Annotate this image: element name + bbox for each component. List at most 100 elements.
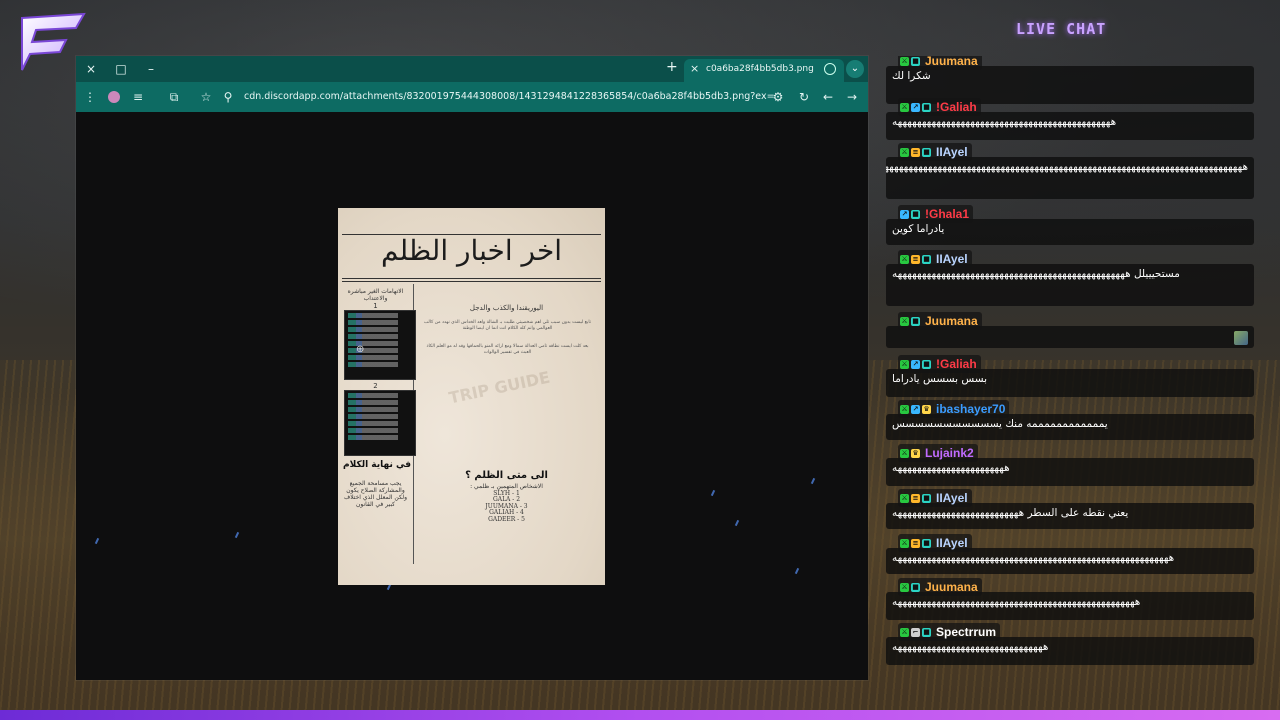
chat-username-row: ⚔ ↗ ■ !Galiah — [898, 98, 981, 116]
chat-screenshot-thumbnail — [344, 310, 416, 380]
side-end-text: يجب مسامحة الجميع والمشاركة الصلاح يكون … — [343, 480, 408, 508]
side-number: 1 — [373, 302, 378, 310]
mod-badge-icon: ⚔ — [900, 359, 909, 369]
sub-badge-icon: ↗ — [911, 102, 920, 112]
kebab-menu-icon[interactable]: ⋮ — [82, 89, 98, 105]
message-body: مستحيييلل هههههههههههههههههههههههههههههه… — [892, 268, 1180, 280]
particle — [94, 537, 100, 545]
tool-badge-icon: ⌐ — [911, 627, 920, 637]
chat-username[interactable]: IIAyel — [936, 536, 968, 550]
chat-username-row: ⚔ ≡ ■ IIAyel — [898, 489, 972, 507]
gift-badge-icon: ■ — [922, 627, 931, 637]
close-window-button[interactable]: × — [82, 60, 100, 78]
gift-badge-icon: ■ — [922, 102, 931, 112]
vip-badge-icon: ≡ — [911, 147, 920, 157]
forward-arrow-icon[interactable]: → — [844, 89, 860, 105]
extensions-icon[interactable]: ⧉ — [166, 89, 182, 105]
side-heading: الاتهامات الغير مباشره والاعتداب — [347, 288, 404, 302]
crown-badge-icon: ♛ — [922, 404, 931, 414]
vip-badge-icon: ≡ — [911, 538, 920, 548]
vip-badge-icon: ≡ — [911, 493, 920, 503]
gift-badge-icon: ■ — [911, 316, 920, 326]
chat-message-text: هههههههههههههههههههههههه — [886, 458, 1254, 486]
minimize-window-button[interactable]: – — [142, 60, 160, 78]
browser-tab-bar: × □ – + × c0a6ba28f4bb5db3.png (1587× ⌄ — [76, 56, 868, 82]
chat-username[interactable]: IIAyel — [936, 491, 968, 505]
site-info-icon[interactable]: ⚲ — [220, 89, 236, 105]
chat-username-row: ⚔ ♛ Lujaink2 — [898, 444, 978, 462]
particle — [710, 489, 716, 497]
message-body: يعني نقطه على السطر هههههههههههههههههههه… — [892, 507, 1129, 519]
chat-username[interactable]: !Galiah — [936, 357, 977, 371]
chat-username[interactable]: Lujaink2 — [925, 446, 974, 460]
chat-username-row: ⚔ ⌐ ■ Spectrrum — [898, 623, 1001, 641]
mod-badge-icon: ⚔ — [900, 56, 909, 66]
bookmark-star-icon[interactable]: ☆ — [198, 89, 214, 105]
document-paragraph: تابع ليست بدون سبب تلي اهم شخصيتي طلبت ب… — [424, 320, 591, 331]
chat-message-text: بسس بسسس يادراما — [886, 369, 1254, 397]
live-chat-panel: شكرا لك ⚔ ■ Juumana هههههههههههههههههههههههه… — [886, 56, 1256, 670]
overlay-bottom-bar — [0, 710, 1280, 720]
media-control-icon[interactable]: ≡ — [130, 89, 146, 105]
reload-icon[interactable]: ↻ — [796, 89, 812, 105]
message-body: يممممممممممممه منك يسسسسسسسسسسس — [892, 418, 1108, 430]
particle — [234, 531, 240, 539]
mod-badge-icon: ⚔ — [900, 538, 909, 548]
gift-badge-icon: ■ — [922, 254, 931, 264]
particle — [734, 519, 740, 527]
chat-username[interactable]: Juumana — [925, 580, 978, 594]
chat-username[interactable]: Juumana — [925, 56, 978, 68]
chat-username[interactable]: IIAyel — [936, 252, 968, 266]
chat-username-row: ⚔ ↗ ♛ ibashayer70 — [898, 400, 1010, 418]
divider — [342, 278, 601, 279]
tab-title: c0a6ba28f4bb5db3.png (1587× — [706, 64, 816, 74]
live-chat-title: LIVE CHAT — [1016, 20, 1107, 38]
mod-badge-icon: ⚔ — [900, 448, 909, 458]
message-body: هههههههههههههههههههههههههههههههههههههههه… — [892, 116, 1117, 128]
address-bar[interactable]: cdn.discordapp.com/attachments/832001975… — [244, 89, 774, 105]
browser-tab[interactable]: × c0a6ba28f4bb5db3.png (1587× — [684, 59, 844, 82]
accused-list: الاشخاص المتهمين بـ ظلمي : SLYH - 1 GALA… — [418, 483, 595, 523]
chat-username-row: ⚔ ■ Juumana — [898, 578, 982, 596]
chat-username-row: ⚔ ≡ ■ IIAyel — [898, 143, 972, 161]
chat-username-row: ⚔ ≡ ■ IIAyel — [898, 250, 972, 268]
message-body: شكرا لك — [892, 70, 931, 82]
chat-username[interactable]: !Galiah — [936, 100, 977, 114]
chat-username[interactable]: ibashayer70 — [936, 402, 1005, 416]
globe-icon — [824, 63, 836, 75]
message-body: هههههههههههههههههههههههههههههههه — [892, 641, 1049, 653]
tab-close-icon[interactable]: × — [690, 62, 699, 75]
profile-avatar-icon[interactable] — [106, 89, 122, 105]
message-body: بسس بسسس يادراما — [892, 373, 988, 385]
message-body: هههههههههههههههههههههههههههههههههههههههه… — [892, 552, 1175, 564]
maximize-window-button[interactable]: □ — [112, 60, 130, 78]
message-body: هههههههههههههههههههههههههههههههههههههههه… — [886, 161, 1248, 173]
sub-badge-icon: ↗ — [911, 359, 920, 369]
message-body: هههههههههههههههههههههههه — [892, 462, 1010, 474]
back-arrow-icon[interactable]: ← — [820, 89, 836, 105]
new-tab-button[interactable]: + — [666, 59, 678, 75]
sub-badge-icon: ↗ — [900, 209, 909, 219]
chat-username-row: ⚔ ■ Juumana — [898, 312, 982, 330]
gift-badge-icon: ■ — [911, 582, 920, 592]
tab-search-chevron-icon[interactable]: ⌄ — [846, 60, 864, 78]
chat-username[interactable]: Juumana — [925, 314, 978, 328]
mod-badge-icon: ⚔ — [900, 493, 909, 503]
chat-message-text: هههههههههههههههههههههههههههههههههههههههه… — [886, 112, 1254, 140]
chat-username-row: ⚔ ≡ ■ IIAyel — [898, 534, 972, 552]
mod-badge-icon: ⚔ — [900, 254, 909, 264]
chat-username[interactable]: Spectrrum — [936, 625, 996, 639]
chat-username-row: ⚔ ■ Juumana — [898, 56, 982, 70]
document-sidebar: الاتهامات الغير مباشره والاعتداب 1 2 يجب… — [342, 284, 416, 564]
gift-badge-icon: ■ — [922, 493, 931, 503]
section-heading: الى متى الظلم ؟ — [465, 470, 548, 481]
chat-username[interactable]: !Ghala1 — [925, 207, 969, 221]
discord-attachment-image[interactable]: اخر اخبار الظلم TRIP GUIDE الاتهامات الغ… — [338, 208, 605, 585]
zoom-cursor-icon: ⊕ — [356, 344, 365, 355]
chat-message-text: هههههههههههههههههههههههههههههههههههههههه… — [886, 592, 1254, 620]
chat-username[interactable]: IIAyel — [936, 145, 968, 159]
side-number: 2 — [373, 382, 378, 390]
site-settings-icon[interactable]: ⚙ — [770, 89, 786, 105]
mod-badge-icon: ⚔ — [900, 147, 909, 157]
mod-badge-icon: ⚔ — [900, 404, 909, 414]
